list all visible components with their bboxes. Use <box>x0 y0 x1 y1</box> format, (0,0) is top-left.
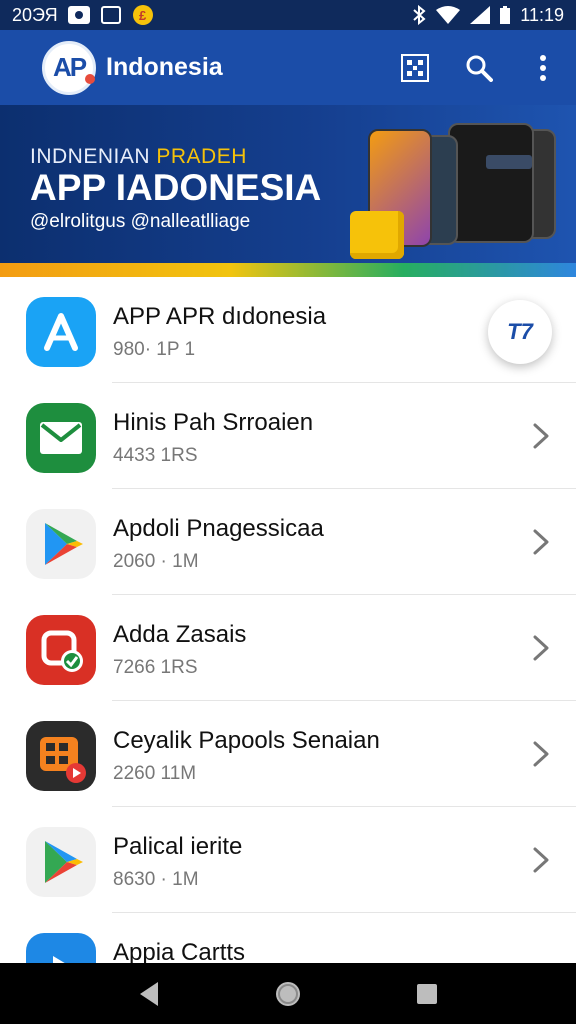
app-logo-text: AP <box>52 52 87 82</box>
phone-notification-illustration <box>486 155 532 169</box>
system-nav-bar <box>0 963 576 1024</box>
list-item[interactable]: Ceyalik Papools Senaian 2260 11M <box>0 701 576 807</box>
app-meta: 8630 · 1M <box>113 869 199 890</box>
qr-code-icon <box>401 53 429 82</box>
banner-title: APP IADONESIA <box>30 167 322 208</box>
qr-code-button[interactable] <box>400 53 430 83</box>
mail-envelope-icon <box>26 403 96 473</box>
status-left-text: 20ЭЯ <box>12 4 58 25</box>
recents-square-icon <box>416 983 437 1004</box>
status-bar: 20ЭЯ £ 11:19 <box>0 0 576 30</box>
notification-badge-icon: £ <box>132 5 154 25</box>
list-item[interactable]: Adda Zasais 7266 1RS <box>0 595 576 701</box>
chevron-right-icon <box>533 847 549 873</box>
app-name: APP APR dıdonesia <box>113 303 327 330</box>
app-logo: AP <box>42 40 96 95</box>
banner-subtitle-accent: PRADEH <box>156 145 247 168</box>
back-button[interactable] <box>129 974 169 1014</box>
search-button[interactable] <box>464 53 494 83</box>
more-vert-icon <box>540 54 546 81</box>
orange-grid-app-icon <box>26 721 96 791</box>
app-name: Appia Cartts <box>113 939 246 963</box>
app-name: Ceyalik Papools Senaian <box>113 727 380 754</box>
recents-button[interactable] <box>407 974 447 1014</box>
status-right: 11:19 <box>412 5 564 26</box>
notification-app-icon <box>100 5 122 25</box>
app-store-a-icon <box>26 297 96 367</box>
fab-label: T7 <box>507 319 533 344</box>
app-meta: 7266 1RS <box>113 657 198 678</box>
chevron-right-icon <box>533 741 549 767</box>
list-item[interactable]: Appia Cartts <box>0 913 576 963</box>
list-item[interactable]: Hinis Pah Srroaien 4433 1RS <box>0 383 576 489</box>
banner-subtitle-plain: INDNENIAN <box>30 145 157 168</box>
app-name: Palical ierite <box>113 833 243 860</box>
app-name: Adda Zasais <box>113 621 247 648</box>
back-triangle-icon <box>140 981 159 1006</box>
promo-banner[interactable]: INDNENIAN PRADEH APP IADONESIA @elrolitg… <box>0 105 576 277</box>
app-name: Apdoli Pnagessicaa <box>113 515 324 542</box>
bluetooth-icon <box>413 5 426 25</box>
signal-icon <box>470 6 491 24</box>
list-item[interactable]: Apdoli Pnagessicaa 2060 · 1M <box>0 489 576 595</box>
app-meta: 980· 1P 1 <box>113 339 196 360</box>
play-store-icon <box>26 509 96 579</box>
floating-action-button[interactable]: T7 <box>488 300 552 364</box>
banner-phones-illustration <box>350 115 570 265</box>
notification-image-icon <box>67 5 90 25</box>
banner-subtitle: INDNENIAN PRADEH <box>30 145 247 169</box>
status-left: 20ЭЯ £ <box>12 5 154 26</box>
app-bar: AP Indonesia <box>0 30 576 105</box>
chevron-right-icon <box>533 423 549 449</box>
app-meta: 2060 · 1M <box>113 551 199 572</box>
app-title: Indonesia <box>106 53 223 81</box>
blue-play-app-icon <box>26 933 96 963</box>
search-icon <box>466 55 493 82</box>
home-button[interactable] <box>268 974 308 1014</box>
status-time: 11:19 <box>520 4 564 25</box>
yellow-block-illustration <box>350 211 404 259</box>
app-list: APP APR dıdonesia 980· 1P 1 Hinis Pah Sr… <box>0 277 576 963</box>
chevron-right-icon <box>533 529 549 555</box>
wifi-icon <box>436 6 461 24</box>
app-meta: 4433 1RS <box>113 445 198 466</box>
banner-handle: @elrolitgus @nalleatlliage <box>30 211 251 232</box>
chevron-right-icon <box>533 635 549 661</box>
logo-dot <box>85 73 95 84</box>
home-circle-icon <box>275 981 300 1006</box>
app-name: Hinis Pah Srroaien <box>113 409 314 436</box>
list-item[interactable]: Palical ierite 8630 · 1M <box>0 807 576 913</box>
banner-stripe <box>0 263 576 277</box>
play-store-icon <box>26 827 96 897</box>
overflow-menu-button[interactable] <box>528 53 558 83</box>
battery-icon <box>500 6 511 24</box>
app-bar-actions <box>400 53 558 83</box>
phone-illustration <box>448 123 534 243</box>
app-meta: 2260 11M <box>113 763 197 784</box>
red-checkmark-app-icon <box>26 615 96 685</box>
